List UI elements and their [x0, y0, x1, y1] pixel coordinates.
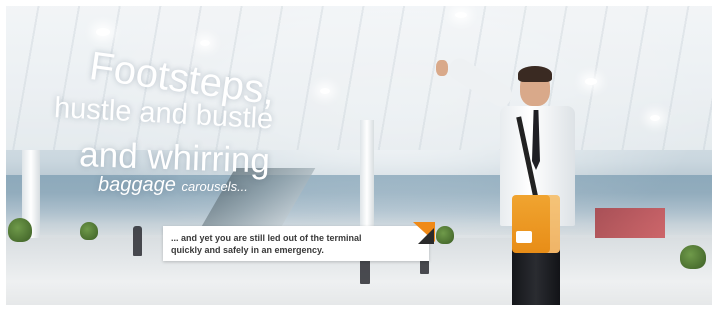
terminal-column [360, 120, 374, 230]
caption-line-2: quickly and safely in an emergency. [171, 245, 324, 255]
ceiling-light [650, 115, 660, 121]
bag-logo [516, 231, 532, 243]
plant [8, 218, 32, 242]
plant [80, 222, 98, 240]
plant [680, 245, 706, 269]
ceiling-light [200, 40, 210, 46]
ceiling-light [320, 88, 330, 94]
ceiling-light [96, 28, 110, 36]
traveller-silhouette [133, 226, 142, 256]
man-in-white-coat [430, 54, 590, 311]
caption-box: ... and yet you are still led out of the… [163, 226, 429, 261]
caption-line-1: ... and yet you are still led out of the… [171, 233, 362, 243]
red-wall-panel [595, 208, 665, 242]
headline-line-4-small: carousels... [181, 179, 248, 194]
ceiling-light [455, 12, 467, 18]
raised-arm [444, 54, 516, 111]
orange-shoulder-bag [512, 195, 560, 253]
hair [518, 66, 552, 82]
headline-line-4: baggage carousels... [98, 174, 248, 197]
headline-line-4-main: baggage [98, 174, 176, 196]
pointing-hand [436, 60, 448, 76]
